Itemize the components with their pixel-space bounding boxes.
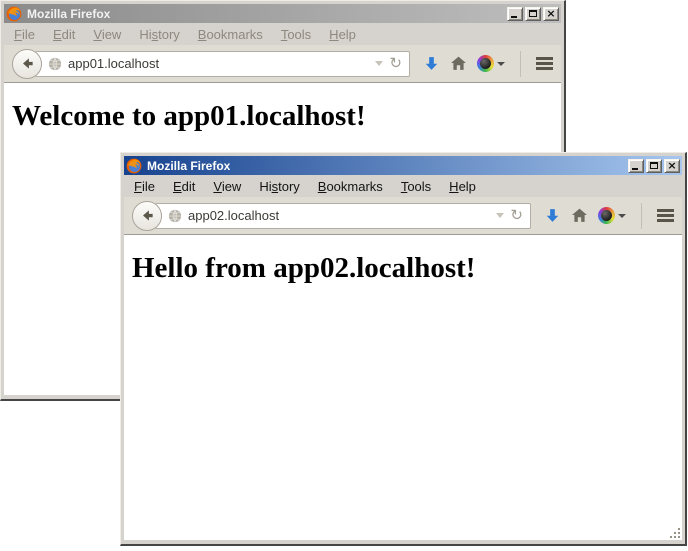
menu-item-tools[interactable]: Tools: [274, 25, 318, 44]
menu-item-edit[interactable]: Edit: [46, 25, 82, 44]
toolbar-separator: [641, 203, 642, 229]
firefox-icon: [126, 158, 142, 174]
maximize-icon: [529, 10, 537, 17]
maximize-button[interactable]: [525, 7, 541, 21]
firefox-window-app02: Mozilla Firefox × File Edit View History…: [120, 152, 687, 546]
color-wheel-extension-icon: [477, 55, 494, 72]
menu-item-view[interactable]: View: [86, 25, 128, 44]
globe-icon: [48, 57, 62, 71]
maximize-icon: [650, 162, 658, 169]
minimize-button[interactable]: [628, 159, 644, 173]
reload-icon[interactable]: ↻: [510, 208, 523, 223]
back-button[interactable]: [132, 201, 162, 231]
titlebar[interactable]: Mozilla Firefox ×: [124, 156, 682, 175]
close-button[interactable]: ×: [543, 7, 559, 21]
url-dropdown-arrow-icon[interactable]: [375, 61, 383, 66]
window-controls: ×: [507, 7, 559, 21]
hamburger-menu-icon[interactable]: [657, 209, 674, 222]
maximize-button[interactable]: [646, 159, 662, 173]
chevron-down-icon: [618, 214, 626, 218]
menu-item-bookmarks[interactable]: Bookmarks: [311, 177, 390, 196]
minimize-icon: [511, 16, 517, 18]
hamburger-menu-icon[interactable]: [536, 57, 553, 70]
menu-item-file[interactable]: File: [127, 177, 162, 196]
menu-item-view[interactable]: View: [206, 177, 248, 196]
color-wheel-extension-icon: [598, 207, 615, 224]
minimize-button[interactable]: [507, 7, 523, 21]
close-button[interactable]: ×: [664, 159, 680, 173]
url-bar[interactable]: app01.localhost ↻: [35, 51, 410, 77]
page-heading: Welcome to app01.localhost!: [12, 100, 553, 133]
menu-item-tools[interactable]: Tools: [394, 177, 438, 196]
back-arrow-icon: [140, 208, 155, 223]
resize-grip[interactable]: [668, 526, 681, 539]
close-icon: ×: [544, 7, 558, 21]
toolbar-icons: [423, 51, 553, 77]
globe-icon: [168, 209, 182, 223]
extension-button[interactable]: [598, 207, 626, 224]
menu-item-history[interactable]: History: [252, 177, 306, 196]
menu-bar: File Edit View History Bookmarks Tools H…: [4, 23, 561, 45]
menu-bar: File Edit View History Bookmarks Tools H…: [124, 175, 682, 197]
chevron-down-icon: [497, 62, 505, 66]
toolbar-separator: [520, 51, 521, 77]
reload-icon[interactable]: ↻: [389, 56, 402, 71]
url-bar[interactable]: app02.localhost ↻: [155, 203, 531, 229]
extension-button[interactable]: [477, 55, 505, 72]
menu-item-history[interactable]: History: [132, 25, 186, 44]
url-text[interactable]: app02.localhost: [188, 208, 490, 223]
page-content: Hello from app02.localhost!: [124, 235, 682, 540]
toolbar-icons: [544, 203, 674, 229]
menu-item-bookmarks[interactable]: Bookmarks: [191, 25, 270, 44]
page-heading: Hello from app02.localhost!: [132, 252, 674, 285]
url-dropdown-arrow-icon[interactable]: [496, 213, 504, 218]
window-controls: ×: [628, 159, 680, 173]
titlebar[interactable]: Mozilla Firefox ×: [4, 4, 561, 23]
back-arrow-icon: [20, 56, 35, 71]
navigation-toolbar: app02.localhost ↻: [124, 197, 682, 235]
url-text[interactable]: app01.localhost: [68, 56, 369, 71]
download-arrow-icon[interactable]: [544, 207, 561, 224]
menu-item-help[interactable]: Help: [322, 25, 363, 44]
navigation-toolbar: app01.localhost ↻: [4, 45, 561, 83]
window-title: Mozilla Firefox: [145, 159, 625, 173]
close-icon: ×: [665, 159, 679, 173]
window-title: Mozilla Firefox: [25, 7, 504, 21]
menu-item-file[interactable]: File: [7, 25, 42, 44]
menu-item-help[interactable]: Help: [442, 177, 483, 196]
firefox-icon: [6, 6, 22, 22]
menu-item-edit[interactable]: Edit: [166, 177, 202, 196]
back-button[interactable]: [12, 49, 42, 79]
home-icon[interactable]: [450, 55, 467, 72]
minimize-icon: [632, 168, 638, 170]
download-arrow-icon[interactable]: [423, 55, 440, 72]
home-icon[interactable]: [571, 207, 588, 224]
